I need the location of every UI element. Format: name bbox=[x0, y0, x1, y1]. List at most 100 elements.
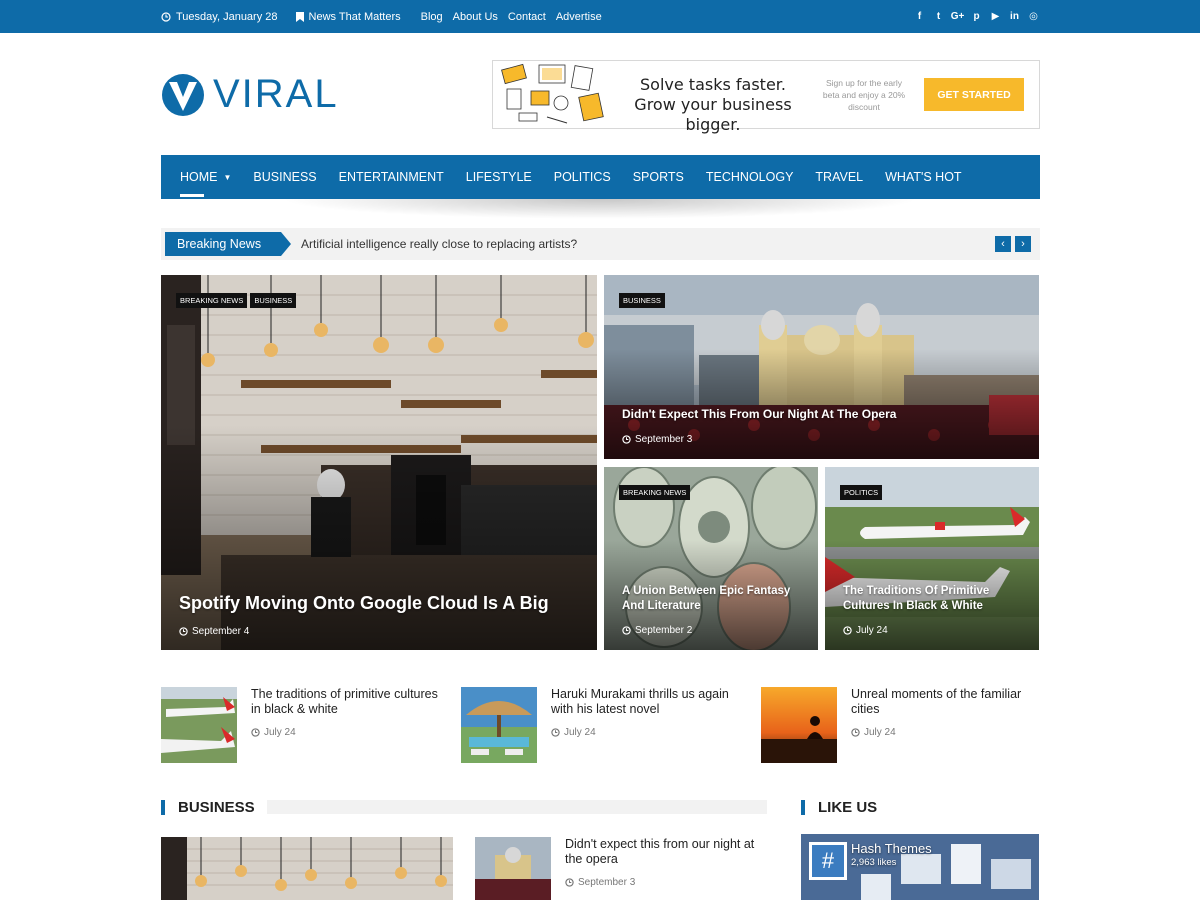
link-about-us[interactable]: About Us bbox=[453, 11, 498, 23]
business-post-thumbnail[interactable] bbox=[161, 837, 453, 900]
post-title[interactable]: Haruki Murakami thrills us again with hi… bbox=[551, 687, 747, 717]
chevron-down-icon: ▼ bbox=[223, 172, 232, 182]
nav-item-travel[interactable]: TRAVEL bbox=[815, 155, 863, 199]
airplane-thumb-image bbox=[161, 687, 237, 763]
clock-icon bbox=[551, 728, 560, 737]
top-links: Blog About Us Contact Advertise bbox=[421, 11, 612, 23]
site-logo[interactable]: VIRAL bbox=[161, 72, 339, 117]
clock-icon bbox=[179, 627, 188, 636]
breaking-news-label: Breaking News bbox=[165, 232, 291, 256]
post-categories: BUSINESS bbox=[619, 293, 665, 308]
post-title[interactable]: The traditions of primitive cultures in … bbox=[251, 687, 447, 717]
list-item: Unreal moments of the familiar cities Ju… bbox=[761, 687, 1051, 763]
twitter-icon[interactable]: t bbox=[933, 11, 944, 22]
clock-icon bbox=[161, 11, 171, 22]
ticker-prev-button[interactable]: ‹ bbox=[995, 236, 1011, 252]
nav-item-technology[interactable]: TECHNOLOGY bbox=[706, 155, 794, 199]
section-divider bbox=[267, 800, 767, 814]
clock-icon bbox=[622, 435, 631, 444]
post-date: July 24 bbox=[851, 727, 896, 738]
nav-item-lifestyle[interactable]: LIFESTYLE bbox=[466, 155, 532, 199]
post-categories: BREAKING NEWS BUSINESS bbox=[176, 293, 297, 308]
nav-shadow bbox=[280, 199, 920, 219]
date-display: Tuesday, January 28 bbox=[161, 11, 278, 23]
get-started-button[interactable]: GET STARTED bbox=[924, 78, 1024, 111]
link-contact[interactable]: Contact bbox=[508, 11, 546, 23]
post-date: September 3 bbox=[622, 434, 692, 445]
nav-item-home[interactable]: HOME ▼ bbox=[180, 155, 231, 199]
ad-headline: Solve tasks faster. Grow your business b… bbox=[634, 75, 792, 134]
beach-umbrella-thumb-image bbox=[461, 687, 537, 763]
facebook-page-widget[interactable]: # Hash Themes 2,963 likes bbox=[801, 834, 1039, 900]
logo-text: VIRAL bbox=[213, 72, 339, 116]
ad-banner[interactable]: Solve tasks faster. Grow your business b… bbox=[492, 60, 1040, 134]
link-blog[interactable]: Blog bbox=[421, 11, 443, 23]
image-gradient-overlay bbox=[161, 425, 597, 650]
clock-icon bbox=[251, 728, 260, 737]
post-date: July 24 bbox=[251, 727, 296, 738]
logo-mark-icon bbox=[162, 73, 204, 116]
list-item: Haruki Murakami thrills us again with hi… bbox=[461, 687, 751, 763]
category-badge[interactable]: POLITICS bbox=[840, 485, 883, 500]
nav-item-business[interactable]: BUSINESS bbox=[253, 155, 316, 199]
post-title[interactable]: Didn't Expect This From Our Night At The… bbox=[622, 407, 1025, 421]
post-date: September 4 bbox=[179, 626, 249, 637]
featured-post-bottom-left[interactable]: BREAKING NEWS A Union Between Epic Fanta… bbox=[604, 467, 818, 650]
featured-post-main[interactable]: BREAKING NEWS BUSINESS Spotify Moving On… bbox=[161, 275, 597, 650]
ticker-next-button[interactable]: › bbox=[1015, 236, 1031, 252]
post-thumbnail[interactable] bbox=[461, 687, 537, 763]
linkedin-icon[interactable]: in bbox=[1009, 11, 1020, 22]
social-links: f t G+ p ▶ in ◎ bbox=[914, 11, 1039, 22]
ticker-headline[interactable]: Artificial intelligence really close to … bbox=[301, 228, 577, 260]
link-advertise[interactable]: Advertise bbox=[556, 11, 602, 23]
youtube-icon[interactable]: ▶ bbox=[990, 11, 1001, 22]
post-thumbnail[interactable] bbox=[475, 837, 551, 900]
post-date: September 3 bbox=[565, 877, 635, 888]
clock-icon bbox=[851, 728, 860, 737]
post-title[interactable]: A Union Between Epic Fantasy And Literat… bbox=[622, 584, 804, 614]
page-name[interactable]: Hash Themes bbox=[851, 841, 932, 856]
post-thumbnail[interactable] bbox=[761, 687, 837, 763]
bookmark-icon bbox=[295, 11, 304, 22]
post-categories: BREAKING NEWS bbox=[619, 485, 691, 500]
instagram-icon[interactable]: ◎ bbox=[1028, 11, 1039, 22]
featured-post-top-right[interactable]: BUSINESS Didn't Expect This From Our Nig… bbox=[604, 275, 1039, 459]
post-title[interactable]: The Traditions Of Primitive Cultures In … bbox=[843, 584, 1025, 614]
post-date: July 24 bbox=[843, 625, 888, 636]
clock-icon bbox=[622, 626, 631, 635]
page-avatar: # bbox=[809, 842, 847, 880]
category-badge[interactable]: BUSINESS bbox=[250, 293, 297, 308]
clock-icon bbox=[843, 626, 852, 635]
post-thumbnail[interactable] bbox=[161, 687, 237, 763]
main-nav: HOME ▼ BUSINESS ENTERTAINMENT LIFESTYLE … bbox=[161, 155, 1040, 199]
post-title[interactable]: Spotify Moving Onto Google Cloud Is A Bi… bbox=[179, 593, 583, 614]
breaking-news-ticker: Breaking News Artificial intelligence re… bbox=[161, 228, 1040, 260]
featured-post-bottom-right[interactable]: POLITICS The Traditions Of Primitive Cul… bbox=[825, 467, 1039, 650]
category-badge[interactable]: BUSINESS bbox=[619, 293, 665, 308]
ad-subtext: Sign up for the early beta and enjoy a 2… bbox=[822, 78, 906, 112]
hash-icon: # bbox=[812, 845, 844, 877]
facebook-icon[interactable]: f bbox=[914, 11, 925, 22]
post-date: September 2 bbox=[622, 625, 692, 636]
nav-item-sports[interactable]: SPORTS bbox=[633, 155, 684, 199]
sunset-thumb-image bbox=[761, 687, 837, 763]
section-title-like-us: LIKE US bbox=[801, 799, 877, 816]
page-likes: 2,963 likes bbox=[851, 857, 897, 868]
section-title-business: BUSINESS bbox=[161, 799, 255, 816]
category-badge[interactable]: BREAKING NEWS bbox=[619, 485, 691, 500]
post-categories: POLITICS bbox=[840, 485, 883, 500]
category-badge[interactable]: BREAKING NEWS bbox=[176, 293, 248, 308]
post-title[interactable]: Unreal moments of the familiar cities bbox=[851, 687, 1047, 717]
pinterest-icon[interactable]: p bbox=[971, 11, 982, 22]
clock-icon bbox=[565, 878, 574, 887]
nav-item-whats-hot[interactable]: WHAT'S HOT bbox=[885, 155, 961, 199]
nav-item-entertainment[interactable]: ENTERTAINMENT bbox=[339, 155, 444, 199]
google-plus-icon[interactable]: G+ bbox=[951, 11, 965, 22]
post-date: July 24 bbox=[551, 727, 596, 738]
post-title[interactable]: Didn't expect this from our night at the… bbox=[565, 837, 765, 867]
tagline: News That Matters bbox=[295, 11, 401, 23]
nav-item-politics[interactable]: POLITICS bbox=[554, 155, 611, 199]
cathedral-thumb-image bbox=[475, 837, 551, 900]
cafe-thumb-image bbox=[161, 837, 453, 900]
office-illustration-icon bbox=[501, 63, 604, 124]
